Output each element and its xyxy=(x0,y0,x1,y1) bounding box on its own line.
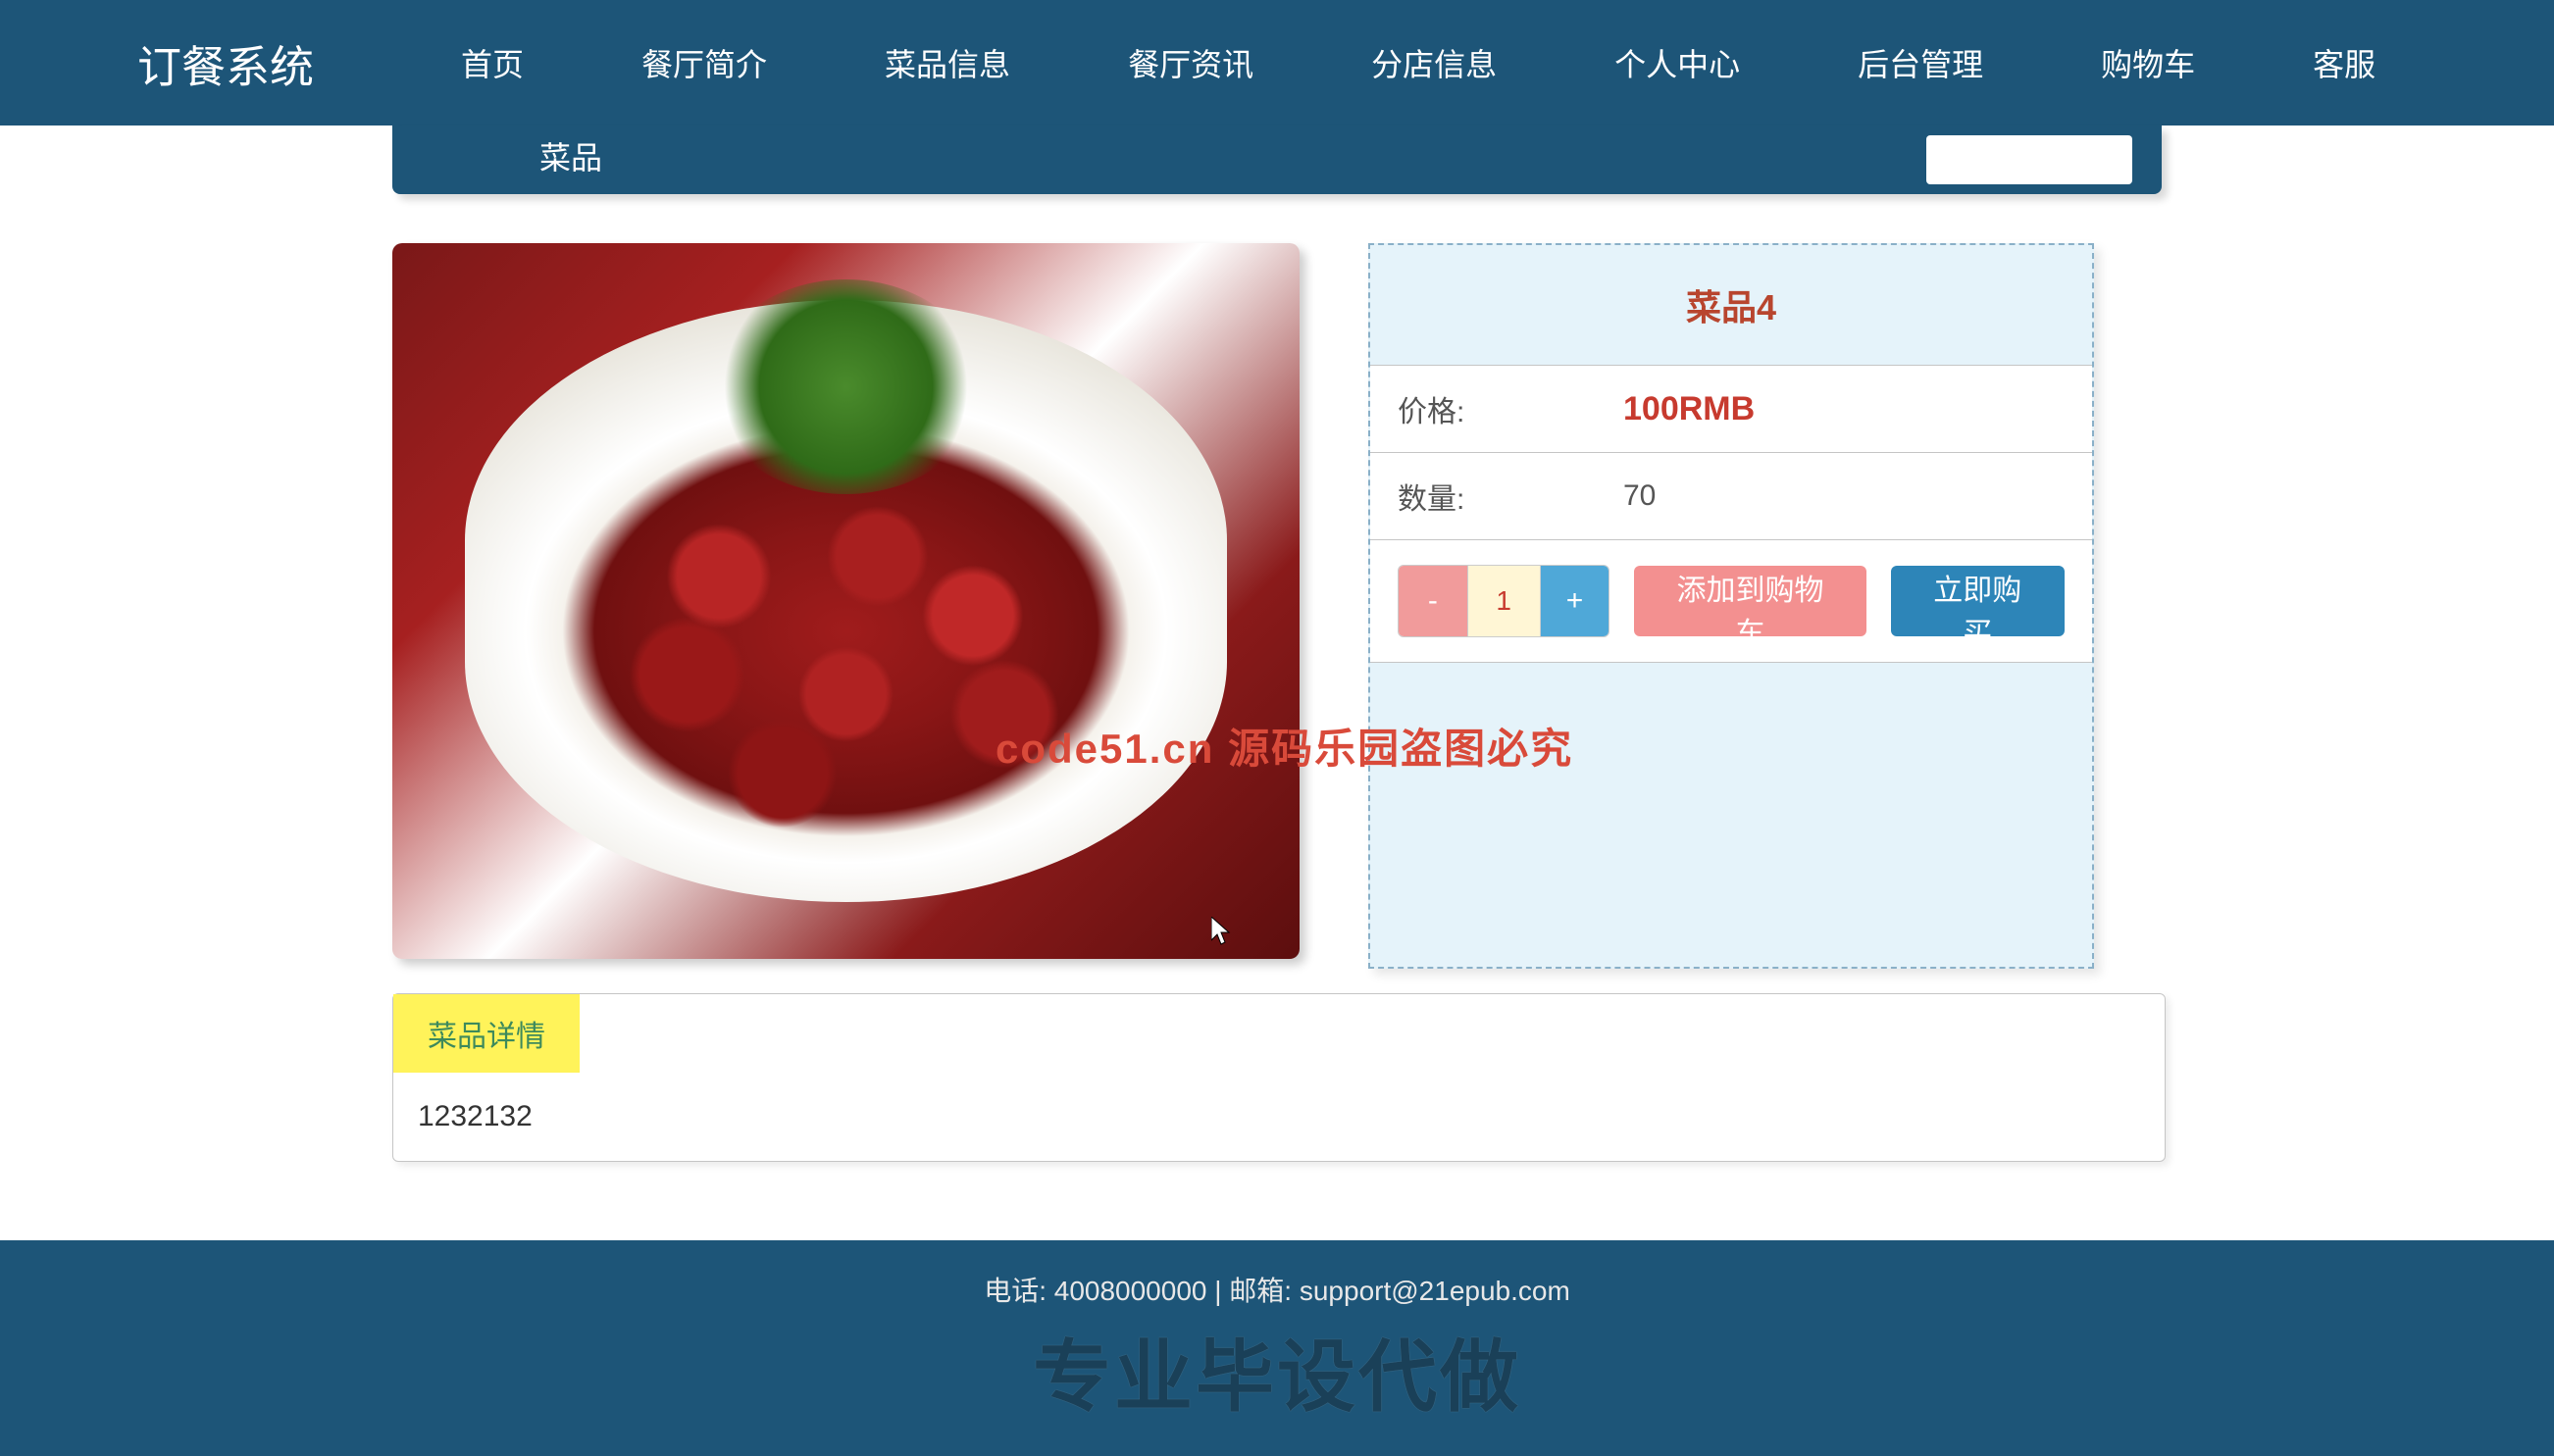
nav-service[interactable]: 客服 xyxy=(2313,40,2375,85)
detail-panel: 菜品详情 1232132 xyxy=(392,993,2166,1162)
product-title: 菜品4 xyxy=(1370,245,2092,365)
nav-about[interactable]: 餐厅简介 xyxy=(641,40,767,85)
buy-now-button[interactable]: 立即购买 xyxy=(1891,566,2065,636)
qty-row: 数量: 70 xyxy=(1370,453,2092,540)
content-area: 菜品 菜品4 价格: 100RMB 数量: 70 - + xyxy=(0,126,2554,1162)
nav-profile[interactable]: 个人中心 xyxy=(1614,40,1740,85)
increase-button[interactable]: + xyxy=(1541,566,1609,636)
price-label: 价格: xyxy=(1398,387,1623,430)
garnish-decoration xyxy=(710,279,983,494)
tab-bar: 菜品 xyxy=(392,126,2162,194)
footer-big-text: 专业毕设代做 xyxy=(1033,1314,1521,1428)
search-box[interactable] xyxy=(1926,135,2132,184)
detail-tab[interactable]: 菜品详情 xyxy=(393,994,580,1073)
nav-admin[interactable]: 后台管理 xyxy=(1858,40,1983,85)
nav-home[interactable]: 首页 xyxy=(461,40,524,85)
nav-dishes[interactable]: 菜品信息 xyxy=(885,40,1010,85)
navbar: 订餐系统 首页 餐厅简介 菜品信息 餐厅资讯 分店信息 个人中心 后台管理 购物… xyxy=(0,0,2554,126)
qty-label: 数量: xyxy=(1398,475,1623,518)
brand-title: 订餐系统 xyxy=(137,31,314,95)
price-value: 100RMB xyxy=(1623,390,1755,428)
product-image xyxy=(392,243,1300,959)
qty-value: 70 xyxy=(1623,479,1656,513)
main-section: 菜品4 价格: 100RMB 数量: 70 - + 添加到购物车 立即购买 xyxy=(392,243,2162,969)
footer: 电话: 4008000000 | 邮箱: support@21epub.com … xyxy=(0,1240,2554,1456)
footer-contact: 电话: 4008000000 | 邮箱: support@21epub.com xyxy=(984,1270,1570,1309)
detail-content: 1232132 xyxy=(393,1073,2165,1161)
nav-menu: 首页 餐厅简介 菜品信息 餐厅资讯 分店信息 个人中心 后台管理 购物车 客服 xyxy=(461,40,2375,85)
product-info-panel: 菜品4 价格: 100RMB 数量: 70 - + 添加到购物车 立即购买 xyxy=(1368,243,2094,969)
nav-cart[interactable]: 购物车 xyxy=(2101,40,2195,85)
quantity-input[interactable] xyxy=(1467,566,1541,636)
add-to-cart-button[interactable]: 添加到购物车 xyxy=(1634,566,1865,636)
action-row: - + 添加到购物车 立即购买 xyxy=(1370,540,2092,663)
nav-branches[interactable]: 分店信息 xyxy=(1371,40,1497,85)
tab-dish[interactable]: 菜品 xyxy=(539,133,602,186)
decrease-button[interactable]: - xyxy=(1399,566,1467,636)
dish-visual xyxy=(529,458,1164,852)
quantity-stepper: - + xyxy=(1398,565,1609,637)
price-row: 价格: 100RMB xyxy=(1370,365,2092,453)
nav-news[interactable]: 餐厅资讯 xyxy=(1128,40,1253,85)
